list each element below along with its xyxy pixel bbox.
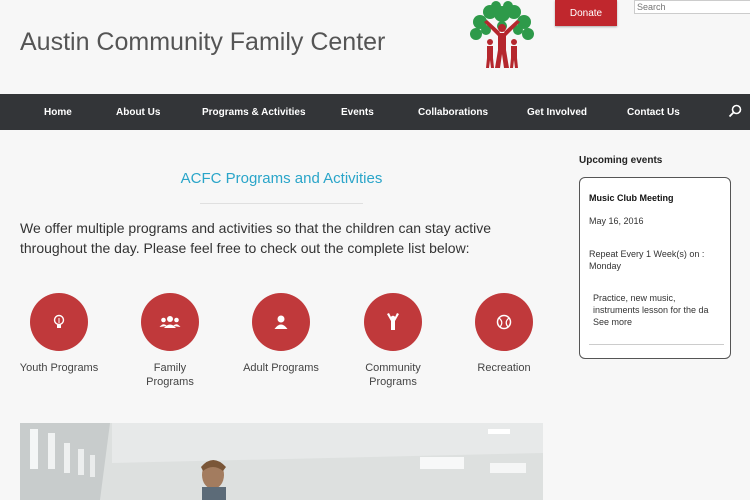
person-icon xyxy=(252,293,310,351)
program-recreation[interactable]: Recreation xyxy=(454,293,554,375)
family-tree-logo[interactable] xyxy=(462,0,542,70)
program-label: Recreation xyxy=(477,362,531,374)
event-card: Music Club Meeting May 16, 2016 Repeat E… xyxy=(579,177,731,359)
program-photo xyxy=(20,423,543,500)
nav-contact-us[interactable]: Contact Us xyxy=(627,94,680,130)
search-input[interactable] xyxy=(634,0,750,14)
cheering-person-icon xyxy=(364,293,422,351)
program-label-line2: Programs xyxy=(146,376,194,388)
ball-icon xyxy=(475,293,533,351)
see-more-link[interactable]: See more xyxy=(593,316,729,328)
site-title[interactable]: Austin Community Family Center xyxy=(20,28,385,57)
sidebar-title: Upcoming events xyxy=(579,155,663,166)
nav-get-involved[interactable]: Get Involved xyxy=(527,94,587,130)
site-header: Austin Community Family Center Donate xyxy=(0,0,750,94)
program-label: Community xyxy=(365,362,421,374)
event-desc-line2: instruments lesson for the da xyxy=(593,305,709,315)
event-title[interactable]: Music Club Meeting xyxy=(589,193,674,203)
nav-home[interactable]: Home xyxy=(44,94,72,130)
event-desc-line1: Practice, new music, xyxy=(593,293,676,303)
heading-divider xyxy=(200,203,363,204)
page-heading: ACFC Programs and Activities xyxy=(180,170,383,187)
program-youth[interactable]: Youth Programs xyxy=(9,293,109,375)
lightbulb-icon xyxy=(30,293,88,351)
search-icon[interactable] xyxy=(728,104,742,118)
program-community[interactable]: Community Programs xyxy=(343,293,443,389)
program-family[interactable]: Family Programs xyxy=(120,293,220,389)
event-date: May 16, 2016 xyxy=(589,216,644,226)
donate-button[interactable]: Donate xyxy=(555,0,617,26)
program-label: Adult Programs xyxy=(243,362,319,374)
program-label: Family xyxy=(153,362,187,374)
program-label: Youth Programs xyxy=(19,362,99,374)
event-divider xyxy=(589,344,724,345)
nav-about-us[interactable]: About Us xyxy=(116,94,160,130)
group-icon xyxy=(141,293,199,351)
event-repeat: Repeat Every 1 Week(s) on : Monday xyxy=(589,249,705,271)
event-description: Practice, new music, instruments lesson … xyxy=(593,292,729,328)
nav-collaborations[interactable]: Collaborations xyxy=(418,94,488,130)
nav-events[interactable]: Events xyxy=(341,94,374,130)
main-nav: Home About Us Programs & Activities Even… xyxy=(0,94,750,130)
nav-programs-activities[interactable]: Programs & Activities xyxy=(202,94,306,130)
program-label-line2: Programs xyxy=(369,376,417,388)
intro-text: We offer multiple programs and activitie… xyxy=(20,220,492,256)
program-adult[interactable]: Adult Programs xyxy=(231,293,331,375)
